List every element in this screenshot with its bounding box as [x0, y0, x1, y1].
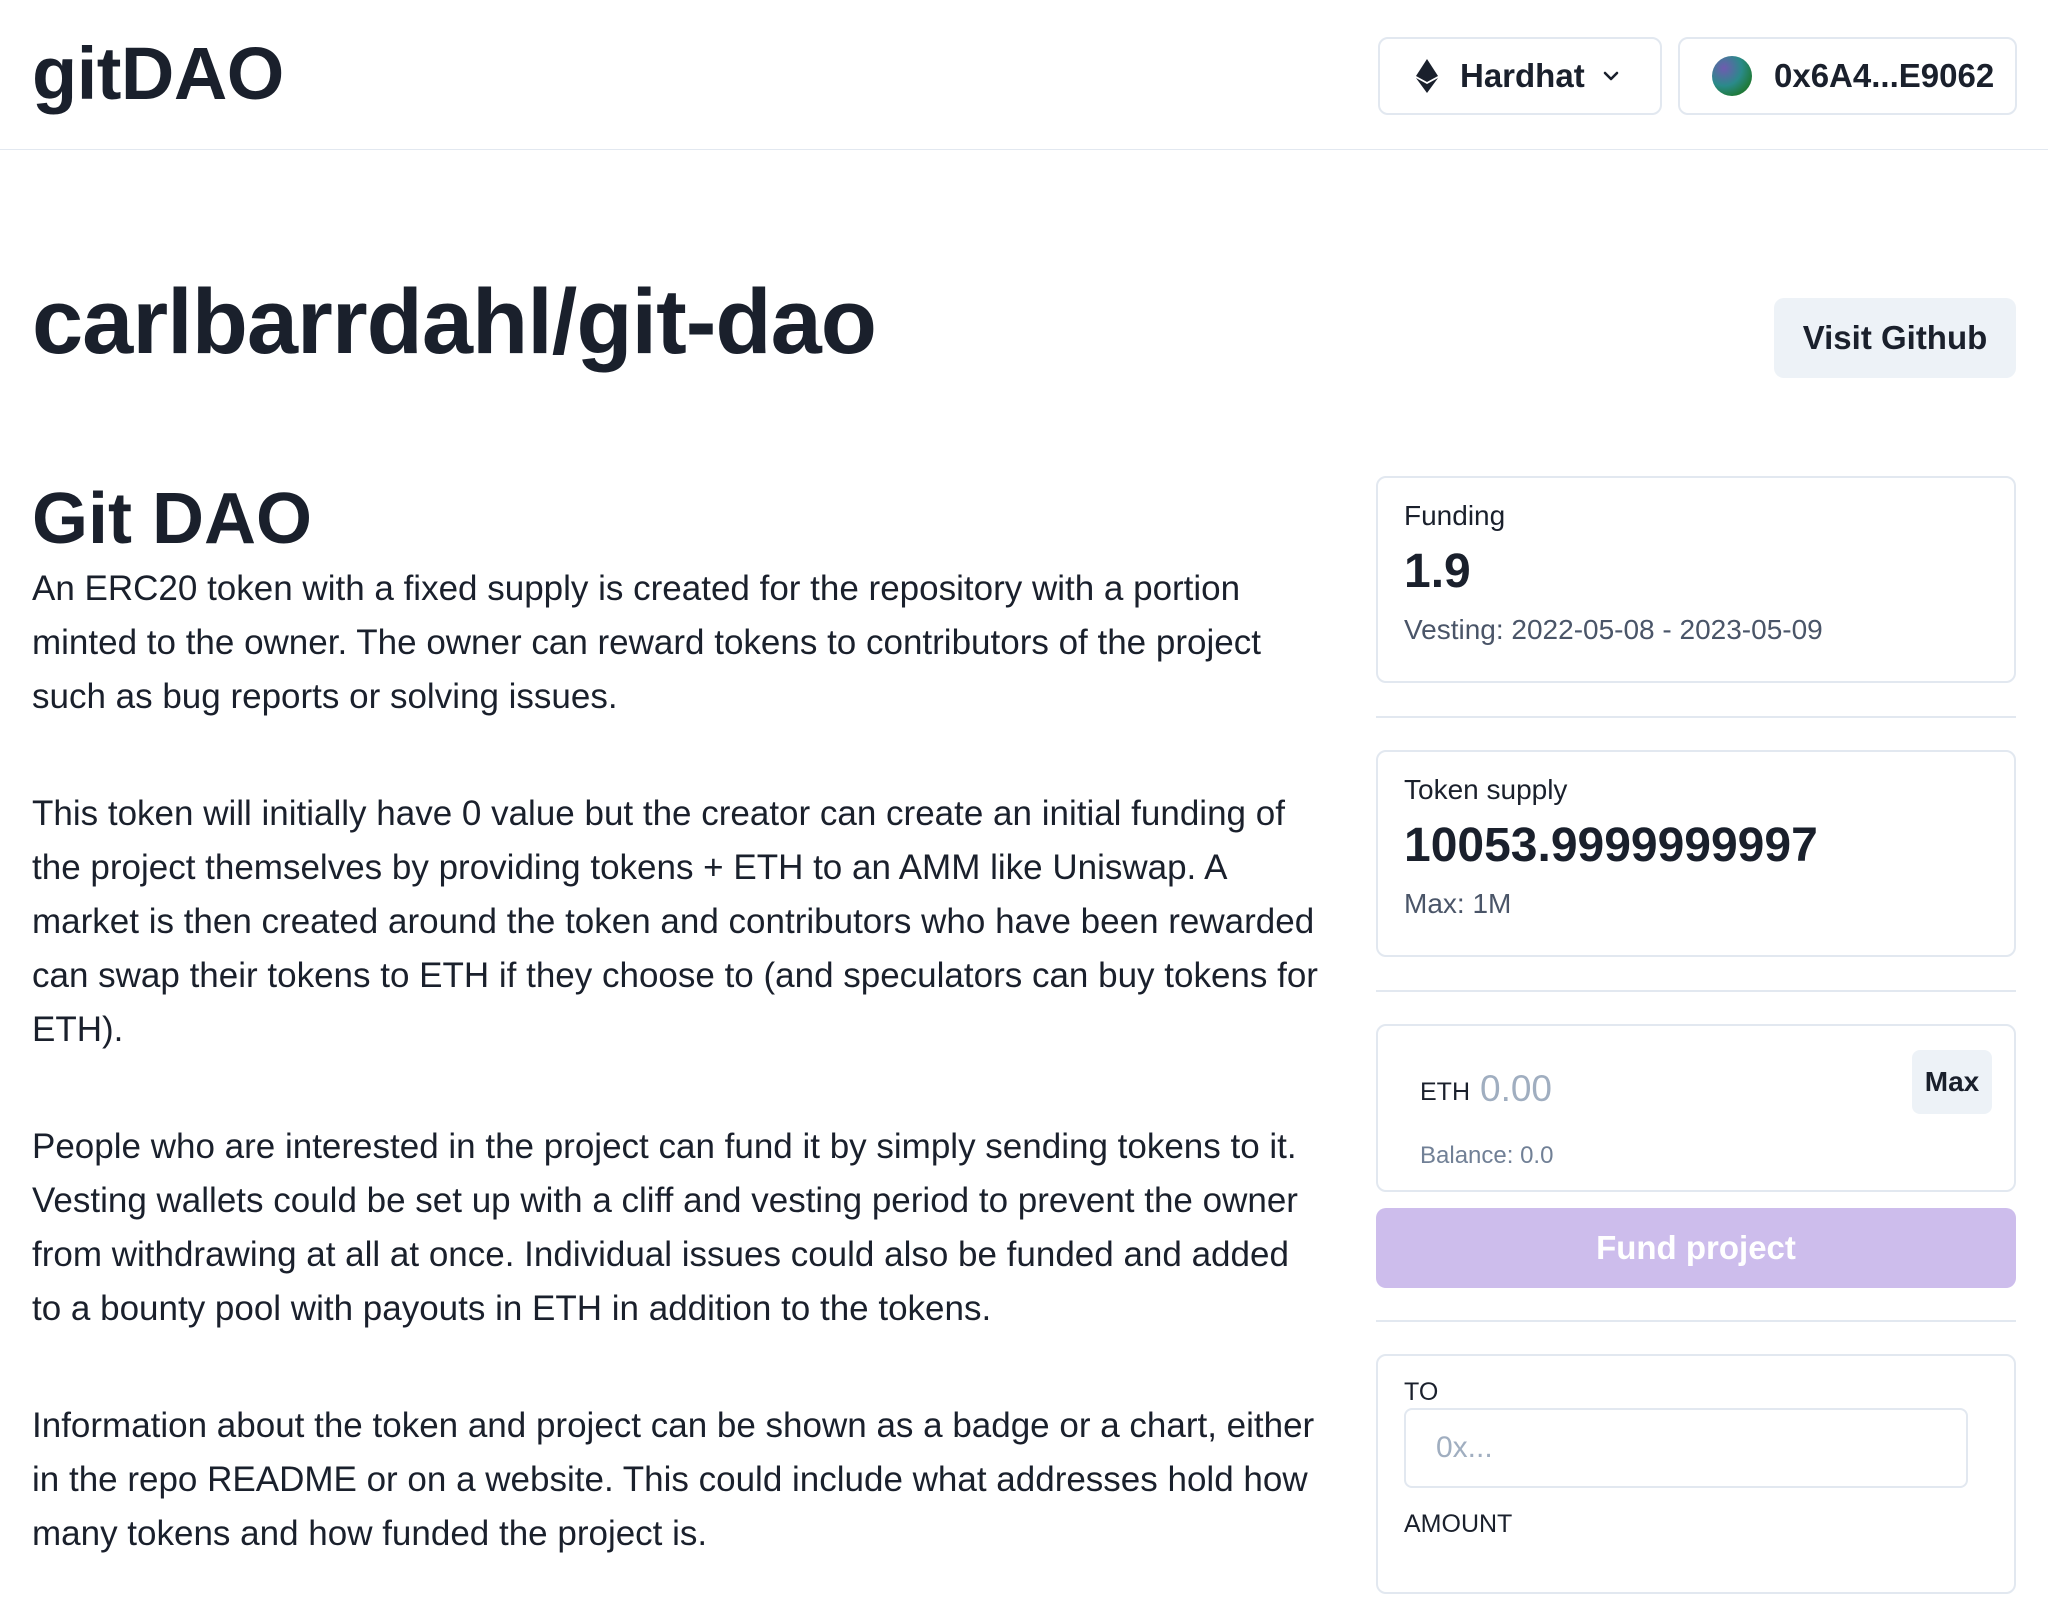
- transfer-card: TO AMOUNT: [1376, 1354, 2016, 1594]
- account-button[interactable]: 0x6A4...E9062: [1678, 37, 2017, 115]
- token-supply-label: Token supply: [1404, 774, 1568, 805]
- top-navbar: gitDAO Hardhat 0x6A4...E9062: [0, 0, 2048, 150]
- divider: [1376, 990, 2016, 992]
- description-paragraph: People who are interested in the project…: [32, 1127, 1298, 1328]
- chevron-down-icon: [1603, 71, 1618, 81]
- eth-balance: Balance: 0.0: [1420, 1142, 1554, 1169]
- token-supply-value: 10053.9999999997: [1404, 819, 1818, 872]
- project-title: Git DAO: [32, 479, 312, 559]
- eth-currency-label: ETH: [1420, 1078, 1470, 1106]
- vesting-period: Vesting: 2022-05-08 - 2023-05-09: [1404, 614, 1823, 645]
- token-supply-stat-card: Token supply 10053.9999999997 Max: 1M: [1376, 750, 2016, 957]
- to-label: TO: [1404, 1378, 1439, 1406]
- amount-label: AMOUNT: [1404, 1510, 1513, 1538]
- max-button[interactable]: Max: [1912, 1050, 1992, 1114]
- description-paragraph: Information about the token and project …: [32, 1406, 1315, 1553]
- ethereum-icon: [1416, 59, 1438, 93]
- avatar: [1712, 56, 1752, 96]
- app-logo[interactable]: gitDAO: [32, 30, 284, 118]
- project-description: An ERC20 token with a fixed supply is cr…: [32, 562, 1322, 1624]
- funding-stat-card: Funding 1.9 Vesting: 2022-05-08 - 2023-0…: [1376, 476, 2016, 683]
- account-address: 0x6A4...E9062: [1774, 57, 1995, 94]
- network-name: Hardhat: [1460, 57, 1585, 94]
- description-paragraph: An ERC20 token with a fixed supply is cr…: [32, 569, 1261, 716]
- network-selector-button[interactable]: Hardhat: [1378, 37, 1662, 115]
- to-address-input[interactable]: [1404, 1408, 1968, 1488]
- visit-github-button[interactable]: Visit Github: [1774, 298, 2016, 378]
- max-supply: Max: 1M: [1404, 888, 1512, 919]
- description-paragraph: This token will initially have 0 value b…: [32, 794, 1318, 1049]
- fund-amount-card: ETH Max Balance: 0.0: [1376, 1024, 2016, 1192]
- funding-label: Funding: [1404, 500, 1506, 531]
- divider: [1376, 1320, 2016, 1322]
- repo-title: carlbarrdahl/git-dao: [32, 271, 877, 373]
- fund-project-button[interactable]: Fund project: [1376, 1208, 2016, 1288]
- eth-amount-input[interactable]: [1480, 1064, 1860, 1114]
- divider: [1376, 716, 2016, 718]
- funding-value: 1.9: [1404, 545, 1471, 598]
